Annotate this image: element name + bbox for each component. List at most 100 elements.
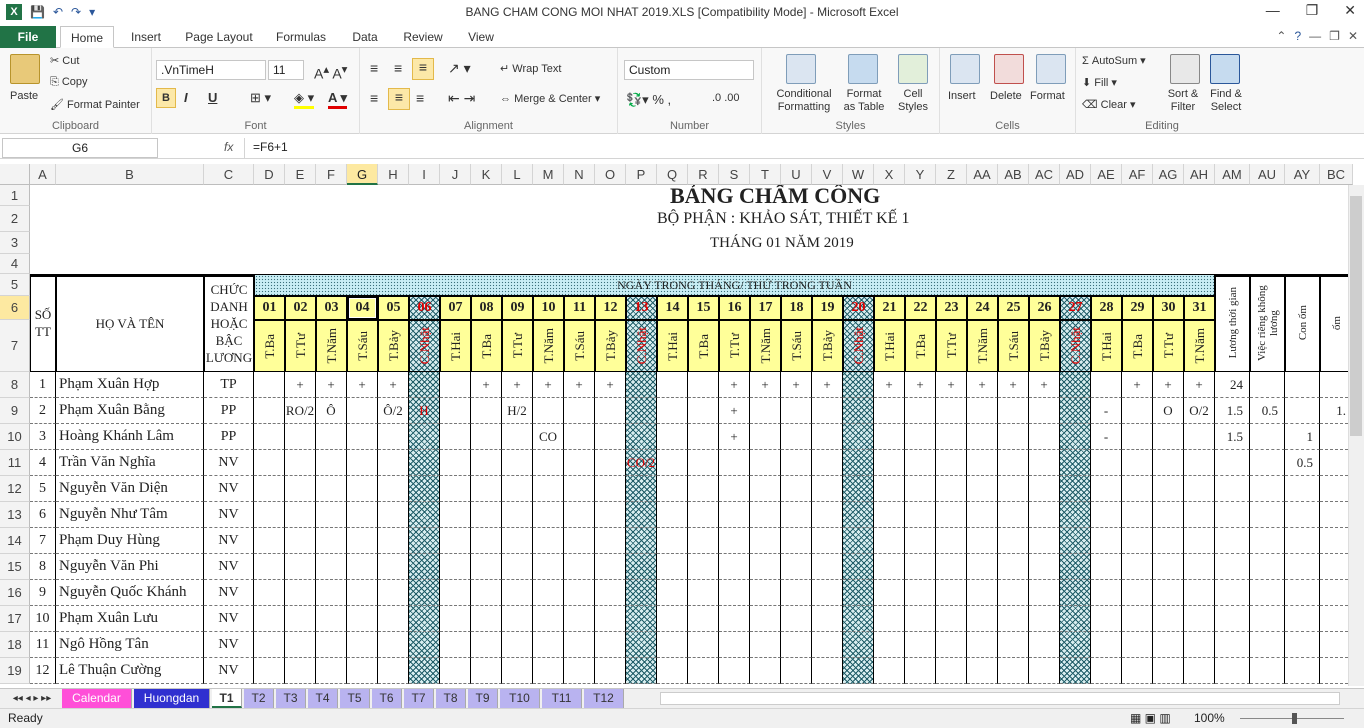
mark-01[interactable]	[254, 528, 285, 554]
sheet-tab-t5[interactable]: T5	[340, 689, 370, 708]
extra-1[interactable]	[1250, 528, 1285, 554]
mark-15[interactable]	[688, 372, 719, 398]
mark-21[interactable]	[874, 554, 905, 580]
row-stt[interactable]: 8	[30, 554, 56, 580]
mark-10[interactable]	[533, 398, 564, 424]
indent-icon[interactable]: ⇤ ⇥	[448, 90, 475, 107]
mark-04[interactable]: +	[347, 372, 378, 398]
mark-14[interactable]	[657, 398, 688, 424]
mark-07[interactable]	[440, 372, 471, 398]
row-name[interactable]: Nguyễn Quốc Khánh	[56, 580, 204, 606]
mark-20[interactable]	[843, 424, 874, 450]
mark-09[interactable]	[502, 424, 533, 450]
tab-file[interactable]: File	[0, 26, 56, 48]
mark-14[interactable]	[657, 476, 688, 502]
extra-1[interactable]	[1250, 450, 1285, 476]
mark-16[interactable]	[719, 528, 750, 554]
worksheet-grid[interactable]: A B C D E F G H I J K L M N O P Q R S T U V W X Y Z AA AB AC AD AE AF AG…	[0, 164, 1364, 686]
mark-12[interactable]	[595, 528, 626, 554]
mark-18[interactable]	[781, 580, 812, 606]
mark-19[interactable]	[812, 658, 843, 684]
mark-29[interactable]	[1122, 450, 1153, 476]
mark-09[interactable]	[502, 450, 533, 476]
extra-2[interactable]	[1285, 372, 1320, 398]
mark-17[interactable]	[750, 476, 781, 502]
mark-06[interactable]	[409, 658, 440, 684]
extra-1[interactable]	[1250, 372, 1285, 398]
minimize-ribbon-icon[interactable]: ⌃	[1276, 29, 1286, 43]
autosum-button[interactable]: Σ AutoSum ▾	[1082, 54, 1146, 67]
mark-26[interactable]	[1029, 502, 1060, 528]
mark-21[interactable]	[874, 632, 905, 658]
mark-30[interactable]	[1153, 502, 1184, 528]
orientation-icon[interactable]: ↗ ▾	[448, 60, 471, 77]
tab-formulas[interactable]: Formulas	[268, 26, 334, 48]
sheet-nav-arrows[interactable]: ◂◂ ◂ ▸ ▸▸	[4, 689, 60, 708]
mark-19[interactable]	[812, 632, 843, 658]
row-header-13[interactable]: 13	[0, 502, 30, 528]
row-title[interactable]: NV	[204, 502, 254, 528]
mark-03[interactable]	[316, 554, 347, 580]
extra-2[interactable]	[1285, 398, 1320, 424]
column-header-r[interactable]: R	[688, 164, 719, 185]
mark-01[interactable]	[254, 658, 285, 684]
mark-23[interactable]	[936, 632, 967, 658]
mark-22[interactable]	[905, 606, 936, 632]
mark-11[interactable]	[564, 398, 595, 424]
mark-27[interactable]	[1060, 658, 1091, 684]
mark-24[interactable]	[967, 580, 998, 606]
fill-color-icon[interactable]: ◈ ▾	[294, 90, 315, 109]
mark-20[interactable]	[843, 450, 874, 476]
column-header-o[interactable]: O	[595, 164, 626, 185]
mark-07[interactable]	[440, 476, 471, 502]
row-stt[interactable]: 7	[30, 528, 56, 554]
mark-30[interactable]	[1153, 554, 1184, 580]
mark-28[interactable]	[1091, 502, 1122, 528]
mark-22[interactable]	[905, 554, 936, 580]
row-title[interactable]: NV	[204, 476, 254, 502]
row-stt[interactable]: 9	[30, 580, 56, 606]
mark-06[interactable]	[409, 424, 440, 450]
mark-02[interactable]	[285, 450, 316, 476]
mark-15[interactable]	[688, 658, 719, 684]
mark-18[interactable]	[781, 424, 812, 450]
mark-05[interactable]: Ô/2	[378, 398, 409, 424]
help-icon[interactable]: ?	[1294, 29, 1301, 43]
row-stt[interactable]: 4	[30, 450, 56, 476]
mark-04[interactable]	[347, 528, 378, 554]
row-title[interactable]: NV	[204, 632, 254, 658]
extra-0[interactable]: 1.5	[1215, 424, 1250, 450]
mark-31[interactable]	[1184, 606, 1215, 632]
mark-23[interactable]	[936, 502, 967, 528]
extra-1[interactable]	[1250, 580, 1285, 606]
cell-styles-button[interactable]: Cell Styles	[892, 88, 934, 114]
align-right-icon[interactable]: ≡	[416, 90, 424, 106]
mark-08[interactable]: +	[471, 372, 502, 398]
mark-05[interactable]	[378, 476, 409, 502]
decimal-icon[interactable]: .0 .00	[712, 92, 740, 104]
mark-15[interactable]	[688, 476, 719, 502]
mark-29[interactable]	[1122, 658, 1153, 684]
sheet-tab-huongdan[interactable]: Huongdan	[134, 689, 210, 708]
mark-28[interactable]	[1091, 632, 1122, 658]
mark-10[interactable]: +	[533, 372, 564, 398]
mark-14[interactable]	[657, 606, 688, 632]
extra-0[interactable]	[1215, 580, 1250, 606]
mark-02[interactable]	[285, 528, 316, 554]
row-title[interactable]: NV	[204, 658, 254, 684]
mark-07[interactable]	[440, 580, 471, 606]
extra-2[interactable]	[1285, 580, 1320, 606]
row-name[interactable]: Ngô Hồng Tân	[56, 632, 204, 658]
mark-20[interactable]	[843, 632, 874, 658]
sheet-tab-t3[interactable]: T3	[276, 689, 306, 708]
mark-01[interactable]	[254, 476, 285, 502]
copy-button[interactable]: ⎘ Copy	[50, 76, 88, 89]
sort-filter-button[interactable]: Sort & Filter	[1160, 88, 1206, 114]
borders-icon[interactable]: ⊞ ▾	[250, 90, 271, 106]
mark-02[interactable]: RO/2	[285, 398, 316, 424]
mark-03[interactable]	[316, 528, 347, 554]
find-select-button[interactable]: Find & Select	[1204, 88, 1248, 114]
mark-19[interactable]	[812, 580, 843, 606]
column-header-f[interactable]: F	[316, 164, 347, 185]
mark-27[interactable]	[1060, 554, 1091, 580]
